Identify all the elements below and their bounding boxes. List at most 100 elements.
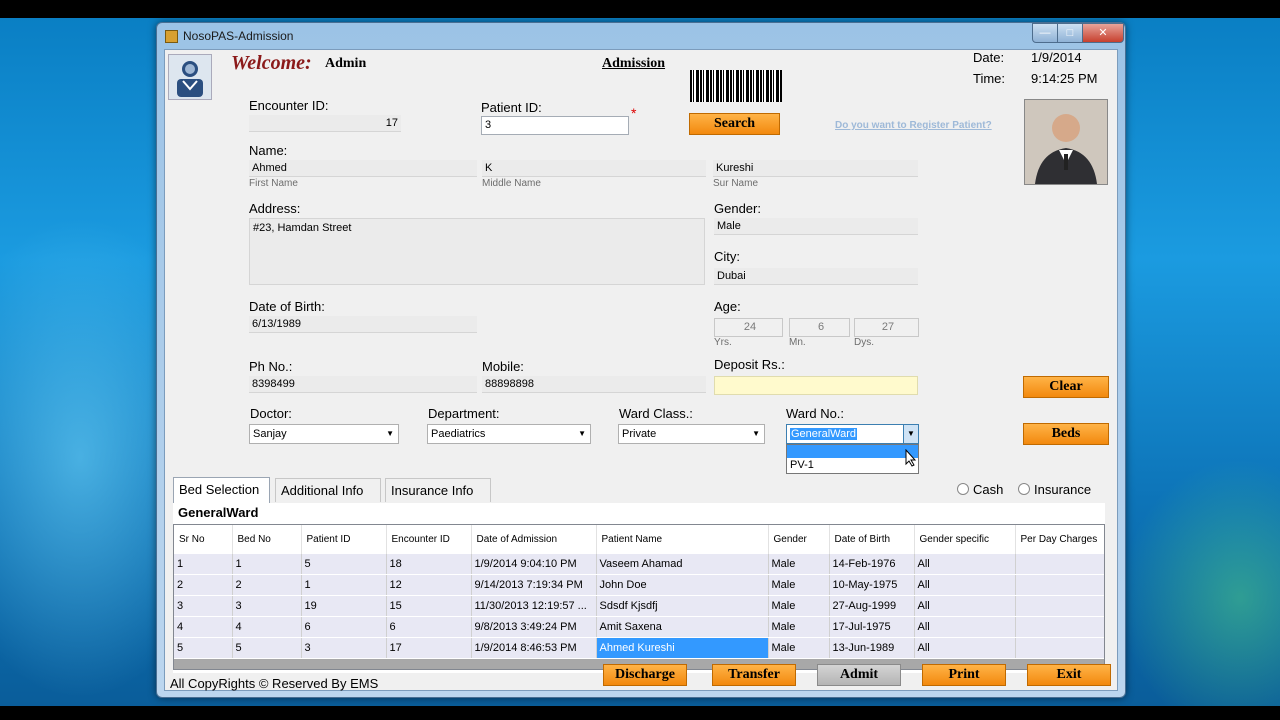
ward-no-option-blank[interactable] — [787, 445, 918, 458]
table-cell[interactable]: 14-Feb-1976 — [829, 554, 915, 575]
table-cell[interactable] — [1015, 574, 1104, 596]
column-header[interactable]: Sr No — [174, 525, 233, 554]
close-button[interactable]: ✕ — [1082, 23, 1124, 43]
column-header[interactable]: Patient ID — [301, 525, 387, 554]
column-header[interactable]: Per Day Charges — [1015, 525, 1104, 554]
table-cell[interactable]: 5 — [174, 637, 233, 659]
table-cell[interactable]: All — [914, 574, 1016, 596]
table-cell[interactable]: 17-Jul-1975 — [829, 616, 915, 638]
table-cell[interactable]: Male — [768, 595, 830, 617]
table-cell[interactable]: 12 — [386, 574, 472, 596]
column-header[interactable]: Date of Birth — [829, 525, 915, 554]
title-bar[interactable]: NosoPAS-Admission — □ ✕ — [157, 23, 1125, 49]
maximize-button[interactable]: □ — [1057, 23, 1083, 43]
table-cell[interactable]: 4 — [232, 616, 302, 638]
column-header[interactable]: Date of Admission — [471, 525, 597, 554]
column-header[interactable]: Gender specific — [914, 525, 1016, 554]
table-cell[interactable]: 19 — [301, 595, 387, 617]
table-cell[interactable]: 9/8/2013 3:49:24 PM — [471, 616, 597, 638]
table-cell[interactable] — [1015, 637, 1104, 659]
table-cell[interactable]: 2 — [232, 574, 302, 596]
table-cell[interactable]: Male — [768, 637, 830, 659]
table-cell[interactable]: 17 — [386, 637, 472, 659]
user-name: Admin — [325, 56, 367, 71]
column-header[interactable]: Bed No — [232, 525, 302, 554]
table-cell[interactable]: 9/14/2013 7:19:34 PM — [471, 574, 597, 596]
ward-no-value: GeneralWard — [790, 428, 858, 440]
ward-class-label: Ward Class.: — [619, 406, 693, 421]
table-cell[interactable]: 6 — [386, 616, 472, 638]
table-cell[interactable]: All — [914, 554, 1016, 575]
table-cell[interactable]: Sdsdf Kjsdfj — [596, 595, 769, 617]
table-cell[interactable]: Ahmed Kureshi — [596, 637, 769, 659]
table-cell[interactable]: 2 — [174, 574, 233, 596]
admit-button[interactable]: Admit — [817, 664, 901, 686]
table-cell[interactable]: 18 — [386, 554, 472, 575]
table-cell[interactable]: 5 — [301, 554, 387, 575]
table-row[interactable]: 5 5 3 17 1/9/2014 8:46:53 PM Ahmed Kureshi Mal… — [174, 637, 1104, 659]
table-cell[interactable]: 5 — [232, 637, 302, 659]
radio-icon — [957, 483, 969, 495]
cash-label: Cash — [973, 482, 1004, 497]
exit-button[interactable]: Exit — [1027, 664, 1111, 686]
column-header[interactable]: Patient Name — [596, 525, 769, 554]
transfer-button[interactable]: Transfer — [712, 664, 796, 686]
column-header[interactable]: Gender — [768, 525, 830, 554]
table-cell[interactable]: 1/9/2014 8:46:53 PM — [471, 637, 597, 659]
table-cell[interactable]: All — [914, 595, 1016, 617]
department-select[interactable]: Paediatrics ▼ — [427, 424, 591, 444]
patient-id-input[interactable]: 3 — [481, 116, 629, 135]
column-header[interactable]: Encounter ID — [386, 525, 472, 554]
table-row[interactable]: 2 2 1 12 9/14/2013 7:19:34 PM John Doe Male 10-… — [174, 574, 1104, 596]
encounter-id-field: 17 — [249, 115, 401, 132]
table-cell[interactable]: All — [914, 637, 1016, 659]
register-patient-link[interactable]: Do you want to Register Patient? — [835, 120, 992, 131]
table-cell[interactable]: 15 — [386, 595, 472, 617]
table-cell[interactable]: 4 — [174, 616, 233, 638]
department-value: Paediatrics — [431, 428, 486, 440]
table-cell[interactable]: 10-May-1975 — [829, 574, 915, 596]
tab-bed-selection[interactable]: Bed Selection — [173, 477, 270, 503]
table-cell[interactable]: 6 — [301, 616, 387, 638]
table-cell[interactable] — [1015, 554, 1104, 575]
table-cell[interactable]: Male — [768, 574, 830, 596]
table-cell[interactable] — [1015, 616, 1104, 638]
table-cell[interactable]: 27-Aug-1999 — [829, 595, 915, 617]
table-cell[interactable]: Vaseem Ahamad — [596, 554, 769, 575]
doctor-select[interactable]: Sanjay ▼ — [249, 424, 399, 444]
table-cell[interactable]: All — [914, 616, 1016, 638]
table-cell[interactable]: John Doe — [596, 574, 769, 596]
table-cell[interactable]: 3 — [301, 637, 387, 659]
table-row[interactable]: 1 1 5 18 1/9/2014 9:04:10 PM Vaseem Ahamad Mal… — [174, 554, 1104, 575]
table-cell[interactable]: 1 — [301, 574, 387, 596]
clear-button[interactable]: Clear — [1023, 376, 1109, 398]
minimize-button[interactable]: — — [1032, 23, 1058, 43]
search-button[interactable]: Search — [689, 113, 780, 135]
form-client-area: Welcome: Admin Admission Date: 1/9/2014 … — [164, 49, 1118, 691]
table-cell[interactable]: Amit Saxena — [596, 616, 769, 638]
deposit-input[interactable] — [714, 376, 918, 395]
table-row[interactable]: 3 3 19 15 11/30/2013 12:19:57 ... Sdsdf Kjsdf… — [174, 595, 1104, 617]
table-cell[interactable]: 3 — [232, 595, 302, 617]
tab-insurance-info[interactable]: Insurance Info — [385, 478, 491, 502]
payment-cash-option[interactable]: Cash — [957, 482, 1003, 497]
payment-insurance-option[interactable]: Insurance — [1018, 482, 1091, 497]
table-cell[interactable]: 1 — [174, 554, 233, 575]
table-cell[interactable]: 13-Jun-1989 — [829, 637, 915, 659]
tab-additional-info[interactable]: Additional Info — [275, 478, 381, 502]
table-cell[interactable]: 3 — [174, 595, 233, 617]
table-cell[interactable] — [1015, 595, 1104, 617]
ward-no-select[interactable]: GeneralWard ▼ — [786, 424, 919, 444]
table-cell[interactable]: 1 — [232, 554, 302, 575]
table-cell[interactable]: Male — [768, 554, 830, 575]
table-cell[interactable]: 1/9/2014 9:04:10 PM — [471, 554, 597, 575]
ward-class-select[interactable]: Private ▼ — [618, 424, 765, 444]
discharge-button[interactable]: Discharge — [603, 664, 687, 686]
insurance-label: Insurance — [1034, 482, 1092, 497]
table-cell[interactable]: 11/30/2013 12:19:57 ... — [471, 595, 597, 617]
table-cell[interactable]: Male — [768, 616, 830, 638]
table-row[interactable]: 4 4 6 6 9/8/2013 3:49:24 PM Amit Saxena Male 17… — [174, 616, 1104, 638]
beds-button[interactable]: Beds — [1023, 423, 1109, 445]
ward-no-option-pv1[interactable]: PV-1 — [787, 458, 918, 473]
print-button[interactable]: Print — [922, 664, 1006, 686]
